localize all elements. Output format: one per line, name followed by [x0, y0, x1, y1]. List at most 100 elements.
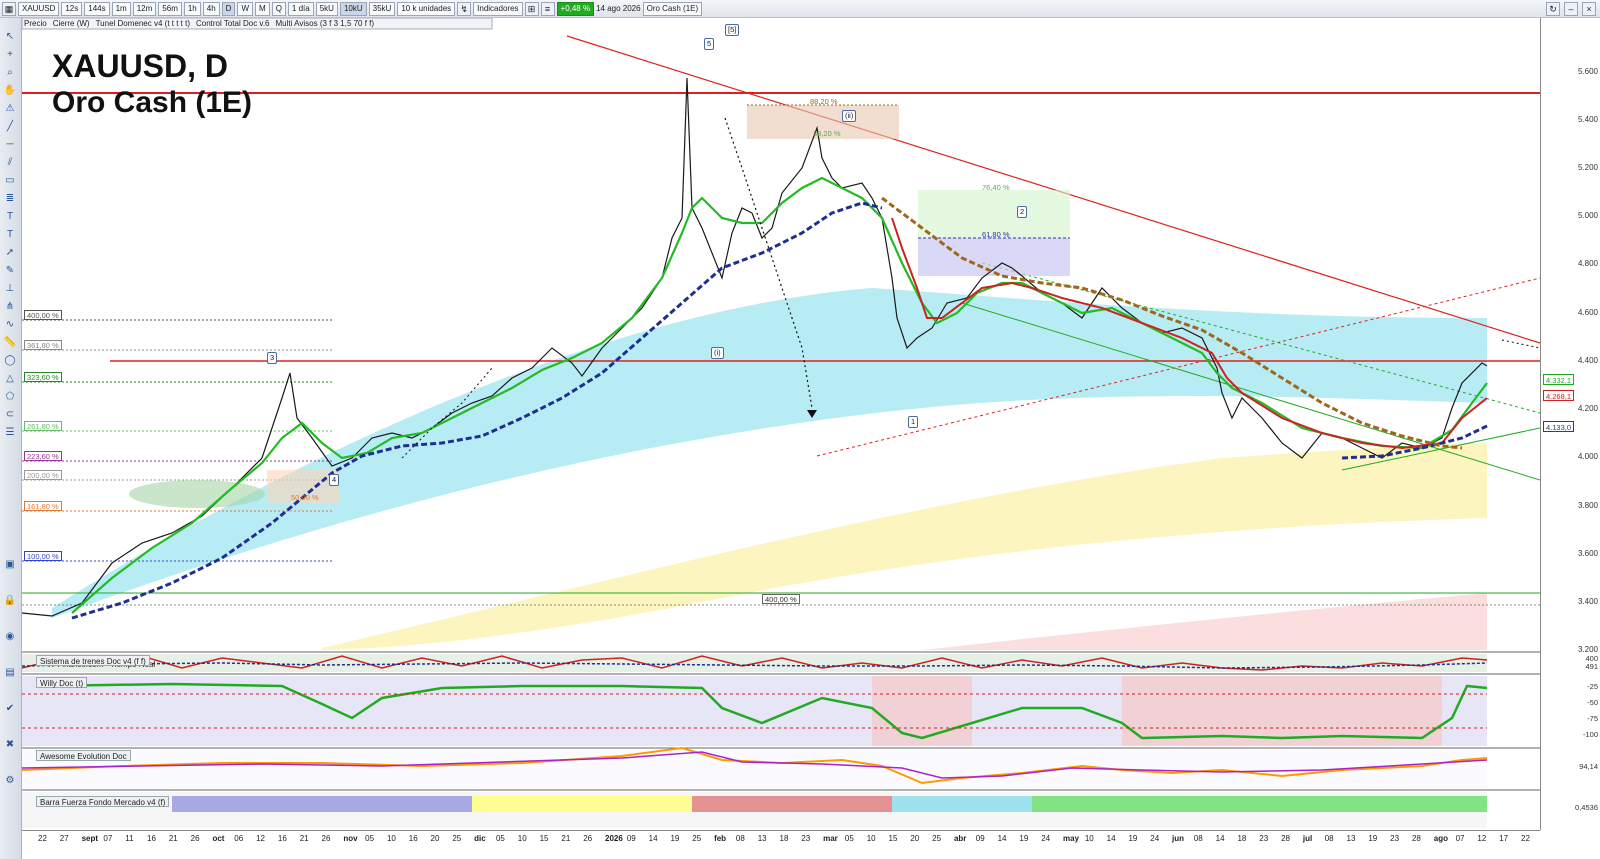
measure-icon[interactable]: ⊥ — [3, 282, 17, 296]
tf-56m[interactable]: 56m — [158, 1, 182, 16]
pink-cloud — [922, 593, 1487, 650]
fib-label-38: 38,20 % — [813, 129, 841, 138]
time-axis-label: sept — [81, 834, 99, 843]
chart-area[interactable]: XAUUSD, D Oro Cash (1E) Precio Cierre (W… — [21, 17, 1541, 830]
delete-icon[interactable]: ✖ — [3, 738, 17, 752]
legend-item-price[interactable]: Precio — [24, 18, 47, 29]
alert-icon[interactable]: ⚠ — [3, 102, 17, 116]
fib-label-61: 61,80 % — [982, 230, 1010, 239]
time-axis-label: 10 — [866, 834, 876, 843]
ruler-icon[interactable]: 📏 — [3, 336, 17, 350]
tf-144s[interactable]: 144s — [84, 1, 110, 16]
legend-item-tunnel[interactable]: Tunel Domenec v4 (t t t t t) — [96, 18, 190, 29]
price-tick: 4.400 — [1577, 356, 1598, 365]
tf-d[interactable]: D — [221, 1, 236, 16]
block-10ku[interactable]: 10kU — [339, 1, 367, 16]
wave-label-4: 4 — [329, 474, 340, 486]
eye-icon[interactable]: ◉ — [3, 630, 17, 644]
list-icon[interactable]: ≡ — [540, 1, 555, 16]
block-5ku[interactable]: 5kU — [315, 1, 338, 16]
symbol-icon[interactable]: ▦ — [2, 1, 16, 16]
indicators-button[interactable]: Indicadores — [473, 1, 523, 16]
tf-q[interactable]: Q — [271, 1, 286, 16]
channel-icon[interactable]: ⫽ — [3, 156, 17, 170]
refresh-icon[interactable]: ↻ — [1546, 2, 1560, 16]
pencil-icon[interactable]: ✎ — [3, 264, 17, 278]
panel-label-awesome[interactable]: Awesome Evolution Doc — [36, 750, 131, 761]
grid-icon[interactable]: ⊞ — [524, 1, 539, 16]
chart-symbol-title: XAUUSD, D — [52, 48, 229, 84]
tf-1h[interactable]: 1h — [183, 1, 201, 16]
chart-icon[interactable]: ▤ — [3, 666, 17, 680]
cursor-icon[interactable]: ↖ — [3, 30, 17, 44]
time-axis-label: 18 — [779, 834, 789, 843]
time-axis-label: 14 — [997, 834, 1007, 843]
time-axis-label: may — [1063, 834, 1080, 843]
period-select[interactable]: 1 día — [287, 1, 314, 16]
tf-m[interactable]: M — [255, 1, 270, 16]
panel-label-trains[interactable]: Sistema de trenes Doc v4 (f f) — [36, 655, 150, 666]
time-axis[interactable]: 22 27 sept 07 11 16 21 26 oct 06 12 16 21 26 nov 05 10 16… — [22, 830, 1540, 859]
units-select[interactable]: 10 k unidades — [397, 1, 456, 16]
triangle-icon[interactable]: △ — [3, 372, 17, 386]
wave-icon[interactable]: ∿ — [3, 318, 17, 332]
template-label[interactable]: Oro Cash (1E) — [642, 1, 703, 16]
rect-icon[interactable]: ▭ — [3, 174, 17, 188]
legend-item-close[interactable]: Cierre (W) — [53, 18, 90, 29]
price-tick: 4.800 — [1577, 259, 1598, 268]
time-axis-label: dic — [474, 834, 486, 843]
time-axis-label: 08 — [1324, 834, 1334, 843]
crosshair-icon[interactable]: + — [3, 48, 17, 62]
lock-icon[interactable]: 🔒 — [3, 594, 17, 608]
time-axis-label: 05 — [495, 834, 505, 843]
tf-w[interactable]: W — [237, 1, 254, 16]
fib-icon[interactable]: ≣ — [3, 192, 17, 206]
time-axis-label: 13 — [757, 834, 767, 843]
legend-item-alerts[interactable]: Multi Avisos (3 f 3 1,5 70 f f) — [276, 18, 375, 29]
square-green-icon[interactable]: ▣ — [3, 558, 17, 572]
time-axis-label: 25 — [932, 834, 942, 843]
arrow-icon[interactable]: ➚ — [3, 246, 17, 260]
close-icon[interactable]: × — [1582, 2, 1596, 16]
magnet-icon[interactable]: ⊂ — [3, 408, 17, 422]
minimize-icon[interactable]: – — [1564, 2, 1578, 16]
pitchfork-icon[interactable]: ⋔ — [3, 300, 17, 314]
tf-1m[interactable]: 1m — [111, 1, 131, 16]
time-axis-label: 12 — [1477, 834, 1487, 843]
tf-12s[interactable]: 12s — [61, 1, 83, 16]
time-axis-label: 06 — [234, 834, 244, 843]
ellipse-icon[interactable]: ◯ — [3, 354, 17, 368]
label-icon[interactable]: T — [3, 228, 17, 242]
layers-icon[interactable]: ☰ — [3, 426, 17, 440]
time-axis-label: nov — [343, 834, 358, 843]
tf-12m[interactable]: 12m — [132, 1, 157, 16]
tf-4h[interactable]: 4h — [202, 1, 220, 16]
price-tick: 4.200 — [1577, 404, 1598, 413]
legend-item-control[interactable]: Control Total Doc v.6 — [196, 18, 270, 29]
settings-icon[interactable]: ⚙ — [3, 774, 17, 788]
check-icon[interactable]: ✔ — [3, 702, 17, 716]
time-axis-label: 19 — [1019, 834, 1029, 843]
price-axis[interactable]: 5.600 5.400 5.200 5.000 4.800 4.600 4.40… — [1540, 18, 1600, 830]
time-axis-label: 21 — [168, 834, 178, 843]
symbol-select[interactable]: XAUUSD — [18, 1, 60, 16]
time-axis-label: jun — [1172, 834, 1185, 843]
price-tag-red: 4.268,1 — [1543, 390, 1575, 401]
hand-icon[interactable]: ✋ — [3, 84, 17, 98]
date-label: 14 ago 2026 — [596, 4, 641, 13]
time-axis-label: oct — [212, 834, 225, 843]
panel-label-willy[interactable]: Willy Doc (t) — [36, 677, 88, 688]
text-icon[interactable]: T — [3, 210, 17, 224]
block-35ku[interactable]: 35kU — [368, 1, 396, 16]
zoom-icon[interactable]: ⌕ — [3, 66, 17, 80]
panel-label-fuerza[interactable]: Barra Fuerza Fondo Mercado v4 (f) — [36, 796, 170, 807]
fib-label-400: 400,00 % — [24, 310, 62, 320]
polygon-icon[interactable]: ⬠ — [3, 390, 17, 404]
time-axis-label: jul — [1302, 834, 1313, 843]
indicators-icon[interactable]: ↯ — [457, 1, 472, 16]
time-axis-label: 19 — [1128, 834, 1138, 843]
line-icon[interactable]: ╱ — [3, 120, 17, 134]
hline-icon[interactable]: ─ — [3, 138, 17, 152]
time-axis-label: 26 — [321, 834, 331, 843]
time-axis-label: 11 — [125, 834, 134, 843]
